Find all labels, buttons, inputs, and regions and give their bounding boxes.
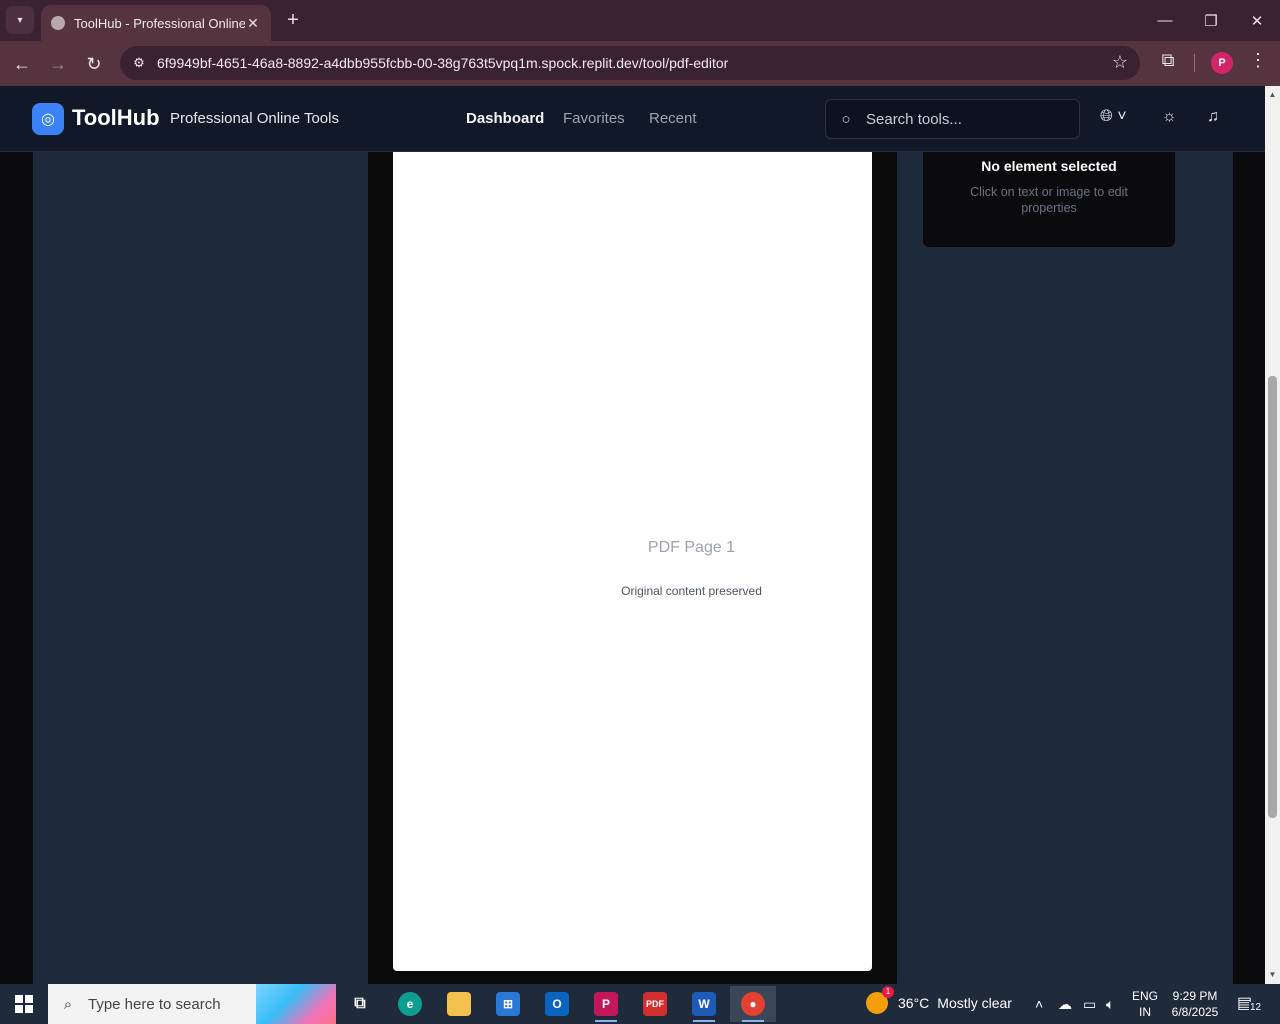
browser-toolbar: ← → ↻ ⚙ 6f9949bf-4651-46a8-8892-a4dbb955…: [0, 41, 1280, 86]
tab-close-icon[interactable]: ✕: [245, 15, 261, 32]
language-code: ENG: [1131, 989, 1158, 1003]
properties-sidebar-panel: No element selected Click on text or ima…: [897, 152, 1233, 984]
task-view-button[interactable]: ⧉: [337, 986, 383, 1022]
weather-temperature: 36°C: [898, 995, 930, 1011]
language-region: IN: [1139, 1005, 1151, 1019]
network-icon[interactable]: ▭: [1083, 996, 1096, 1013]
bookmark-star-icon[interactable]: ☆: [1112, 52, 1128, 73]
browser-tab-bar: ▾ ToolHub - Professional Online T ✕ + — …: [0, 0, 1280, 41]
notification-count: 12: [1249, 1002, 1263, 1013]
clock-date: 6/8/2025: [1171, 1005, 1219, 1019]
back-button[interactable]: ←: [7, 49, 37, 79]
taskbar-store[interactable]: ⊞: [485, 986, 531, 1022]
folder-icon: [447, 992, 471, 1016]
taskbar-outlook[interactable]: O: [534, 986, 580, 1022]
language-globe-icon[interactable]: 🌐︎ ˅: [1100, 108, 1127, 126]
minimize-button[interactable]: —: [1142, 0, 1188, 41]
site-favicon-icon: [51, 16, 65, 30]
input-language[interactable]: ENG IN: [1131, 988, 1159, 1020]
taskbar-edge[interactable]: e: [387, 986, 433, 1022]
properties-card: No element selected Click on text or ima…: [923, 152, 1175, 247]
running-indicator: [742, 1020, 764, 1022]
tools-sidebar-panel: [33, 152, 368, 984]
onedrive-cloud-icon[interactable]: ☁: [1058, 996, 1072, 1013]
scroll-up-arrow-icon[interactable]: ▲: [1268, 90, 1277, 99]
forward-button[interactable]: →: [43, 49, 73, 79]
outlook-icon: O: [545, 992, 569, 1016]
search-input[interactable]: [866, 110, 1066, 128]
app-profile-icon: P: [594, 992, 618, 1016]
browser-menu-icon[interactable]: ⋮: [1248, 50, 1268, 74]
editor-workspace: PDF Page 1 Original content preserved No…: [0, 152, 1265, 984]
show-hidden-icons-chevron-icon[interactable]: ˄: [1035, 996, 1043, 1012]
theme-toggle-sun-icon[interactable]: ☼: [1162, 108, 1177, 126]
pdf-app-icon: PDF: [643, 992, 667, 1016]
notification-center-icon[interactable]: ▤ 12: [1237, 993, 1267, 1015]
properties-title: No element selected: [981, 158, 1117, 174]
volume-icon[interactable]: 🔈︎: [1106, 996, 1114, 1013]
search-highlight-illustration: [256, 984, 336, 1024]
system-clock[interactable]: 9:29 PM 6/8/2025: [1166, 988, 1224, 1020]
tab-title: ToolHub - Professional Online T: [74, 15, 245, 31]
windows-logo-icon: [15, 995, 33, 1013]
chrome-icon: ●: [741, 992, 765, 1016]
taskbar-search-placeholder: Type here to search: [88, 995, 221, 1013]
taskbar-app-p[interactable]: P: [583, 986, 629, 1022]
toolbar-divider: [1194, 54, 1195, 72]
page-scrollbar[interactable]: ▲ ▼: [1265, 86, 1280, 984]
running-indicator: [693, 1020, 715, 1022]
taskbar-chrome[interactable]: ●: [730, 986, 776, 1022]
word-icon: W: [692, 992, 716, 1016]
edge-icon: e: [398, 992, 422, 1016]
new-tab-button[interactable]: +: [282, 9, 304, 31]
notifications-bell-icon[interactable]: ♫: [1207, 108, 1219, 126]
properties-hint: Click on text or image to edit propertie…: [970, 185, 1128, 215]
tab-search-menu-button[interactable]: ▾: [6, 6, 34, 34]
running-indicator: [595, 1020, 617, 1022]
taskbar-word[interactable]: W: [681, 986, 727, 1022]
scroll-down-arrow-icon[interactable]: ▼: [1268, 970, 1277, 979]
windows-taskbar: ⌕ Type here to search ⧉ e ⊞ O P PDF W ● …: [0, 984, 1280, 1024]
close-window-button[interactable]: ✕: [1234, 0, 1280, 41]
address-bar[interactable]: ⚙ 6f9949bf-4651-46a8-8892-a4dbb955fcbb-0…: [120, 46, 1140, 80]
restore-button[interactable]: ❐: [1188, 0, 1234, 41]
clock-time: 9:29 PM: [1172, 989, 1218, 1003]
weather-badge: 1: [882, 986, 894, 998]
store-icon: ⊞: [496, 992, 520, 1016]
scrollbar-thumb[interactable]: [1268, 376, 1277, 818]
tagline: Professional Online Tools: [170, 110, 339, 127]
search-icon: ○: [841, 110, 851, 128]
reload-button[interactable]: ↻: [79, 49, 109, 79]
task-view-icon: ⧉: [354, 995, 366, 1012]
nav-recent[interactable]: Recent: [649, 110, 697, 127]
app-header: ◎ ToolHub Professional Online Tools Dash…: [0, 86, 1265, 152]
start-button[interactable]: [0, 984, 48, 1024]
taskbar-file-explorer[interactable]: [436, 986, 482, 1022]
weather-description: Mostly clear: [937, 995, 1012, 1011]
site-settings-icon[interactable]: ⚙: [124, 55, 154, 71]
logo-icon[interactable]: ◎: [32, 103, 64, 135]
browser-tab-active[interactable]: ToolHub - Professional Online T ✕: [41, 5, 271, 41]
pdf-page[interactable]: PDF Page 1 Original content preserved: [393, 152, 872, 971]
nav-dashboard[interactable]: Dashboard: [466, 110, 544, 127]
taskbar-search-box[interactable]: ⌕ Type here to search: [48, 984, 336, 1024]
taskbar-pdf-app[interactable]: PDF: [632, 986, 678, 1022]
weather-moon-icon: 1: [866, 986, 894, 1014]
extensions-icon[interactable]: ⧉: [1156, 50, 1180, 74]
pdf-canvas-area: PDF Page 1 Original content preserved: [368, 152, 897, 984]
taskbar-search-icon: ⌕: [63, 995, 73, 1013]
search-box[interactable]: ○: [825, 99, 1080, 139]
weather-widget[interactable]: 1 36°C Mostly clear: [866, 986, 1012, 1014]
url-text[interactable]: 6f9949bf-4651-46a8-8892-a4dbb955fcbb-00-…: [157, 55, 728, 71]
profile-avatar[interactable]: P: [1211, 52, 1233, 74]
logo-text[interactable]: ToolHub: [72, 105, 160, 131]
nav-favorites[interactable]: Favorites: [563, 110, 625, 127]
